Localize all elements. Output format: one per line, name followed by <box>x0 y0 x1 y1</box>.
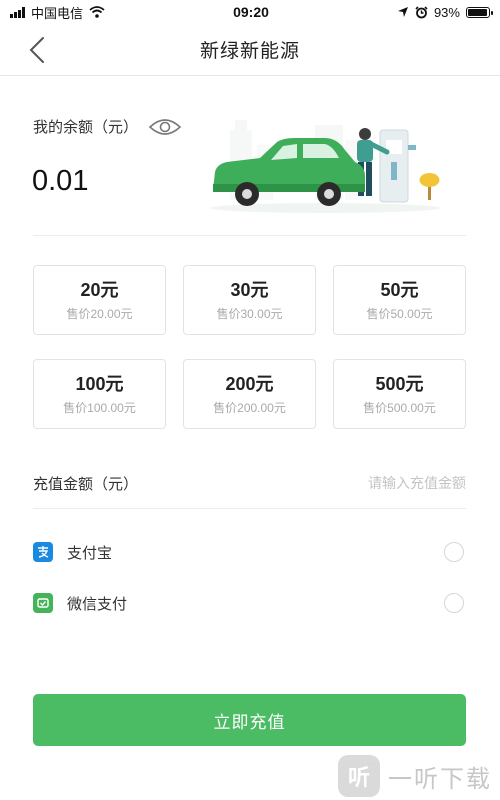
payment-option-alipay[interactable]: 支付宝 <box>33 537 466 567</box>
battery-fill <box>467 8 487 16</box>
amount-price: 售价200.00元 <box>213 401 286 415</box>
amount-price: 售价20.00元 <box>66 307 133 321</box>
battery-percent: 93% <box>433 4 460 20</box>
status-left: 中国电信 <box>10 3 105 22</box>
wifi-icon <box>89 6 105 18</box>
carrier-name: 中国电信 <box>31 5 84 21</box>
amount-price: 售价30.00元 <box>216 307 283 321</box>
balance-value: 0.01 <box>32 165 89 197</box>
amount-option-30[interactable]: 30元 售价30.00元 <box>183 265 316 335</box>
divider <box>33 235 466 236</box>
custom-amount-row: 充值金额（元） <box>33 466 466 500</box>
alipay-icon <box>33 542 53 562</box>
status-time: 09:20 <box>233 4 269 20</box>
amount-title: 200元 <box>225 374 274 394</box>
amount-title: 30元 <box>230 280 269 300</box>
back-button[interactable] <box>22 34 52 66</box>
location-arrow-icon <box>397 7 408 17</box>
amount-title: 500元 <box>375 374 424 394</box>
amount-price: 售价50.00元 <box>366 307 433 321</box>
nav-bar: 新绿新能源 <box>0 24 500 76</box>
amount-option-50[interactable]: 50元 售价50.00元 <box>333 265 466 335</box>
amount-title: 20元 <box>80 280 119 300</box>
charging-station-icon <box>379 129 416 203</box>
amount-option-100[interactable]: 100元 售价100.00元 <box>33 359 166 429</box>
recharge-now-button[interactable]: 立即充值 <box>33 694 466 746</box>
custom-amount-input[interactable] <box>286 475 466 491</box>
payment-label: 微信支付 <box>67 595 128 613</box>
watermark-logo: 听 <box>338 755 380 797</box>
page-title: 新绿新能源 <box>199 41 300 62</box>
status-right: 93% <box>397 4 493 20</box>
amount-price: 售价100.00元 <box>63 401 136 415</box>
amount-title: 50元 <box>380 280 419 300</box>
chevron-left-icon <box>29 37 44 63</box>
amount-option-500[interactable]: 500元 售价500.00元 <box>333 359 466 429</box>
wechat-glyph <box>37 598 49 608</box>
wechat-radio[interactable] <box>444 593 464 613</box>
battery-icon <box>465 6 493 18</box>
tree-icon <box>419 173 440 200</box>
alarm-icon <box>415 5 428 18</box>
wechat-pay-icon <box>33 593 53 613</box>
status-bar: 中国电信 09:20 93% <box>0 0 500 24</box>
payment-label: 支付宝 <box>67 544 113 562</box>
alipay-glyph <box>38 546 49 558</box>
signal-icon <box>10 6 25 18</box>
eye-icon[interactable] <box>148 117 182 137</box>
custom-amount-label: 充值金额（元） <box>33 475 139 493</box>
amount-title: 100元 <box>75 374 124 394</box>
watermark: 听 一听下载 <box>338 754 492 798</box>
ev-charging-illustration <box>210 120 440 213</box>
balance-label: 我的余额（元） <box>33 119 139 136</box>
amount-price: 售价500.00元 <box>363 401 436 415</box>
amount-option-20[interactable]: 20元 售价20.00元 <box>33 265 166 335</box>
recharge-amount-grid: 20元 售价20.00元 30元 售价30.00元 50元 售价50.00元 1… <box>33 265 466 429</box>
watermark-text: 一听下载 <box>388 765 492 793</box>
divider <box>33 508 466 509</box>
amount-option-200[interactable]: 200元 售价200.00元 <box>183 359 316 429</box>
balance-header: 我的余额（元） <box>33 116 182 137</box>
alipay-radio[interactable] <box>444 542 464 562</box>
payment-option-wechat[interactable]: 微信支付 <box>33 588 466 618</box>
